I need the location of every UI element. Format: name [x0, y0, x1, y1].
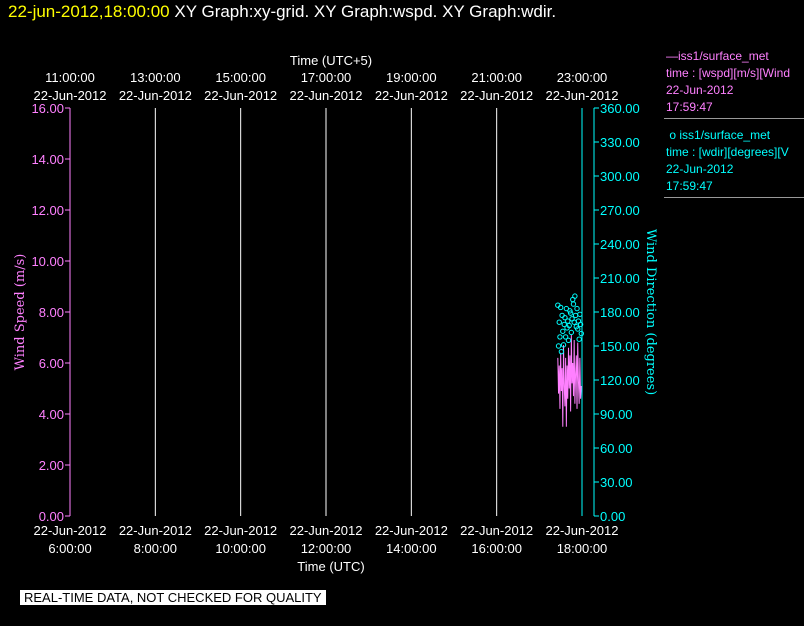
- wind-direction-point: [572, 293, 578, 299]
- top-tick-label-time: 13:00:00: [130, 70, 181, 85]
- legend-circle-marker: o: [669, 128, 677, 142]
- wind-direction-point: [574, 305, 580, 312]
- wind-direction-point: [565, 318, 571, 324]
- wind-direction-point: [557, 334, 563, 340]
- right-tick-label: 270.00: [600, 203, 640, 218]
- top-tick-label-date: 22-Jun-2012: [375, 88, 448, 103]
- x-tick-label-date: 22-Jun-2012: [546, 523, 619, 538]
- wind-direction-point: [578, 330, 584, 337]
- right-tick-label: 210.00: [600, 271, 640, 286]
- top-tick-label-time: 19:00:00: [386, 70, 437, 85]
- x-tick-label-time: 14:00:00: [386, 541, 437, 556]
- legend-wspd: —iss1/surface_met time : [wspd][m/s][Win…: [664, 46, 804, 119]
- x-tick-label-time: 10:00:00: [215, 541, 266, 556]
- top-tick-label-time: 17:00:00: [301, 70, 352, 85]
- left-tick-label: 4.00: [39, 407, 64, 422]
- right-tick-label: 300.00: [600, 169, 640, 184]
- right-tick-label: 360.00: [600, 101, 640, 116]
- wind-speed-line: [557, 334, 582, 427]
- top-axis-title: Time (UTC+5): [290, 53, 372, 68]
- wind-direction-point: [571, 319, 577, 325]
- left-tick-label: 0.00: [39, 509, 64, 524]
- legend-wspd-desc: time : [wspd][m/s][Wind: [666, 66, 791, 80]
- top-tick-label-time: 23:00:00: [557, 70, 608, 85]
- wind-direction-point: [558, 348, 565, 355]
- left-tick-label: 16.00: [31, 101, 64, 116]
- x-tick-label-time: 6:00:00: [48, 541, 91, 556]
- legend-wdir-source-row: o iss1/surface_met: [666, 127, 804, 144]
- legend-wspd-source-row: —iss1/surface_met: [666, 48, 804, 65]
- legend-wdir-source: iss1/surface_met: [679, 128, 771, 142]
- top-tick-label-date: 22-Jun-2012: [290, 88, 363, 103]
- wind-direction-point: [570, 301, 577, 307]
- left-tick-label: 10.00: [31, 254, 64, 269]
- right-tick-label: 240.00: [600, 237, 640, 252]
- legend-wspd-date: 22-Jun-2012: [666, 83, 734, 97]
- wind-direction-point: [576, 336, 582, 342]
- x-tick-label-time: 16:00:00: [471, 541, 522, 556]
- legend-wdir-date: 22-Jun-2012: [666, 162, 734, 176]
- x-tick-label-date: 22-Jun-2012: [34, 523, 107, 538]
- left-tick-label: 2.00: [39, 458, 64, 473]
- legend-wspd-time: 17:59:47: [666, 100, 713, 114]
- right-tick-label: 90.00: [600, 407, 633, 422]
- top-tick-label-date: 22-Jun-2012: [460, 88, 533, 103]
- x-tick-label-time: 8:00:00: [134, 541, 177, 556]
- wind-direction-point: [572, 312, 579, 319]
- x-tick-label-date: 22-Jun-2012: [290, 523, 363, 538]
- legend-wdir-desc: time : [wdir][degrees][V: [666, 145, 789, 159]
- left-tick-label: 14.00: [31, 152, 64, 167]
- right-tick-label: 120.00: [600, 373, 640, 388]
- right-tick-label: 0.00: [600, 509, 625, 524]
- top-tick-label-date: 22-Jun-2012: [119, 88, 192, 103]
- left-tick-label: 12.00: [31, 203, 64, 218]
- legend: —iss1/surface_met time : [wspd][m/s][Win…: [664, 46, 804, 204]
- right-tick-label: 60.00: [600, 441, 633, 456]
- legend-wdir: o iss1/surface_met time : [wdir][degrees…: [664, 125, 804, 198]
- top-tick-label-time: 11:00:00: [45, 70, 95, 85]
- x-tick-label-date: 22-Jun-2012: [204, 523, 277, 538]
- legend-line-marker: —: [666, 49, 678, 63]
- x-tick-label-time: 12:00:00: [301, 541, 352, 556]
- wind-direction-point: [577, 311, 583, 317]
- top-tick-label-date: 22-Jun-2012: [204, 88, 277, 103]
- left-tick-label: 6.00: [39, 356, 64, 371]
- right-tick-label: 30.00: [600, 475, 633, 490]
- wind-direction-point: [556, 319, 562, 325]
- right-tick-label: 150.00: [600, 339, 640, 354]
- wind-direction-point: [565, 337, 572, 344]
- wind-direction-point: [568, 329, 575, 336]
- top-tick-label-time: 15:00:00: [215, 70, 266, 85]
- x-tick-label-date: 22-Jun-2012: [460, 523, 533, 538]
- x-tick-label-time: 18:00:00: [557, 541, 608, 556]
- x-tick-label-date: 22-Jun-2012: [119, 523, 192, 538]
- wind-direction-point: [555, 343, 562, 349]
- left-axis-title: Wind Speed (m/s): [13, 254, 28, 371]
- quality-disclaimer: REAL-TIME DATA, NOT CHECKED FOR QUALITY: [20, 590, 326, 605]
- x-tick-label-date: 22-Jun-2012: [375, 523, 448, 538]
- legend-wspd-source: iss1/surface_met: [678, 49, 769, 63]
- left-tick-label: 8.00: [39, 305, 64, 320]
- right-axis-title: Wind Direction (degrees): [643, 229, 658, 395]
- right-tick-label: 180.00: [600, 305, 640, 320]
- right-tick-label: 330.00: [600, 135, 640, 150]
- wind-direction-point: [560, 328, 566, 334]
- bottom-axis-title: Time (UTC): [297, 559, 364, 574]
- legend-wdir-time: 17:59:47: [666, 179, 713, 193]
- top-tick-label-time: 21:00:00: [471, 70, 522, 85]
